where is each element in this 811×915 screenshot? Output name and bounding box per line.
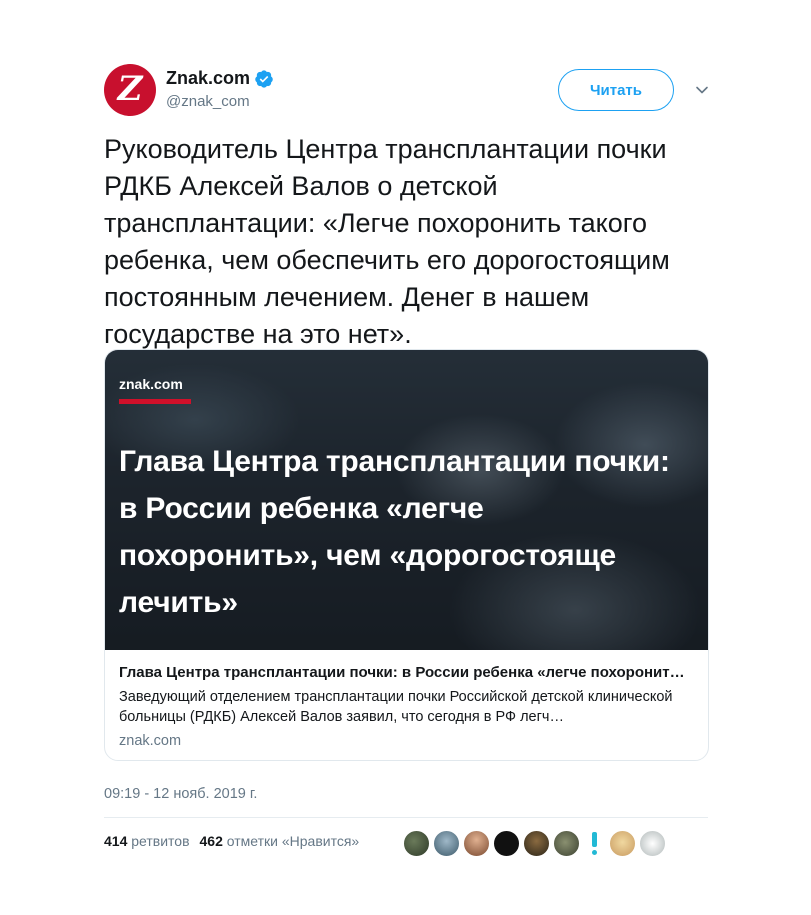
card-domain: znak.com bbox=[119, 733, 182, 749]
link-card[interactable]: znak.com Глава Центра трансплантации поч… bbox=[104, 349, 709, 761]
tweet-timestamp[interactable]: 09:19 - 12 нояб. 2019 г. bbox=[104, 786, 257, 802]
name-row[interactable]: Znak.com bbox=[166, 68, 274, 89]
exclamation-bar bbox=[591, 831, 597, 847]
follow-button[interactable]: Читать bbox=[558, 69, 674, 111]
chevron-down-icon[interactable] bbox=[694, 82, 710, 98]
card-image-headline: Глава Центра трансплантации почки: в Рос… bbox=[119, 445, 670, 619]
avatar[interactable]: Z bbox=[104, 64, 156, 116]
card-image-logo: znak.com bbox=[119, 376, 183, 392]
display-name[interactable]: Znak.com bbox=[166, 68, 250, 89]
card-body[interactable]: Глава Центра трансплантации почки: в Рос… bbox=[105, 650, 708, 760]
liker-avatar[interactable] bbox=[553, 829, 580, 857]
tweet-stats: 414 ретвитов 462 отметки «Нравится» bbox=[104, 833, 359, 849]
verified-badge-icon bbox=[255, 69, 273, 88]
liker-avatar[interactable] bbox=[493, 829, 520, 857]
liker-avatar[interactable] bbox=[609, 829, 636, 857]
retweets-label[interactable]: ретвитов bbox=[131, 833, 189, 849]
liker-avatar[interactable] bbox=[403, 829, 430, 857]
likes-label[interactable]: отметки «Нравится» bbox=[227, 833, 359, 849]
liker-avatars bbox=[403, 829, 669, 857]
account-handle[interactable]: @znak_com bbox=[166, 93, 250, 110]
liker-avatar[interactable] bbox=[523, 829, 550, 857]
exclamation-dot bbox=[591, 849, 597, 855]
liker-avatar[interactable] bbox=[639, 829, 666, 857]
likes-count[interactable]: 462 bbox=[200, 833, 223, 849]
card-image-logo-underline bbox=[119, 399, 191, 404]
retweets-count[interactable]: 414 bbox=[104, 833, 127, 849]
divider bbox=[104, 817, 708, 818]
liker-avatar[interactable] bbox=[433, 829, 460, 857]
exclamation-avatar-icon[interactable] bbox=[587, 830, 601, 857]
card-title[interactable]: Глава Центра трансплантации почки: в Рос… bbox=[119, 664, 696, 681]
tweet-text: Руководитель Центра трансплантации почки… bbox=[104, 134, 670, 349]
card-description: Заведующий отделением трансплантации поч… bbox=[119, 689, 673, 725]
card-image[interactable]: znak.com Глава Центра трансплантации поч… bbox=[105, 350, 708, 650]
tweet-header: Z Znak.com @znak_com Читать bbox=[104, 64, 712, 120]
liker-avatar[interactable] bbox=[463, 829, 490, 857]
avatar-logo: Z bbox=[117, 69, 143, 109]
